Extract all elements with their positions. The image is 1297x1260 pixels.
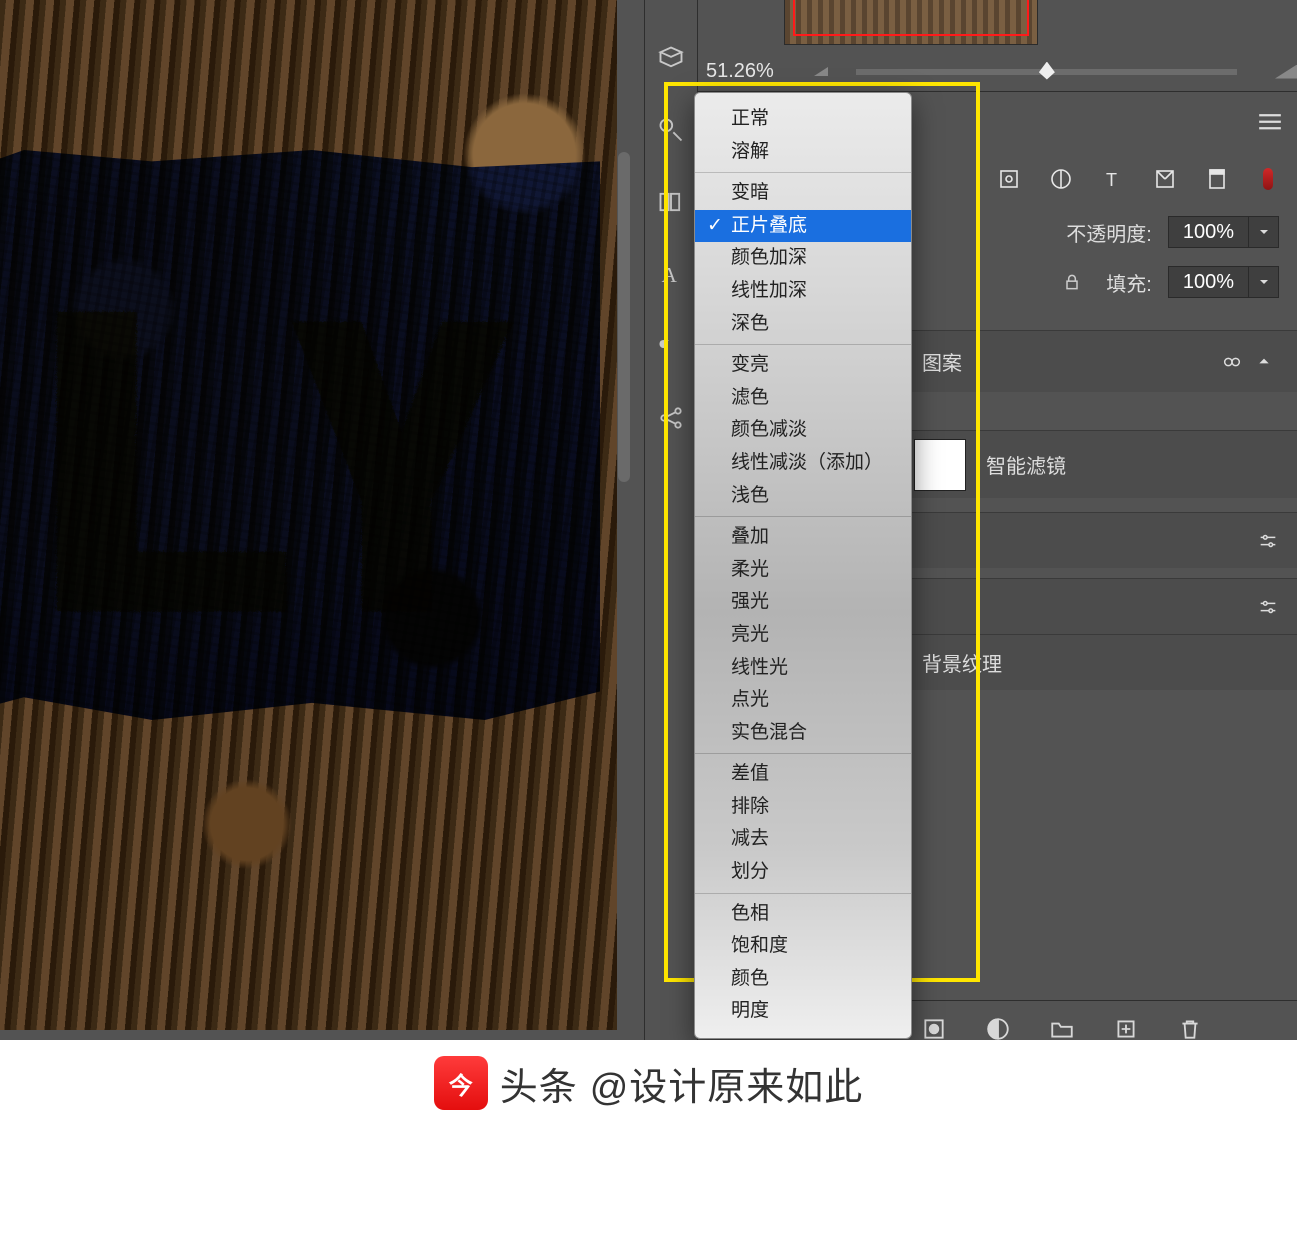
new-layer-icon[interactable]: [1113, 1016, 1139, 1042]
chevron-up-icon[interactable]: [1257, 351, 1279, 373]
brush-history-icon[interactable]: [657, 116, 685, 144]
blend-mode-item[interactable]: 正片叠底: [695, 210, 911, 243]
type-filter-icon[interactable]: T: [1101, 167, 1125, 191]
blend-mode-item[interactable]: 正常: [695, 103, 911, 136]
blend-mode-item[interactable]: 柔光: [695, 554, 911, 587]
zoom-percent-field[interactable]: 51.26%: [706, 60, 796, 83]
canvas-area: [0, 0, 630, 1035]
blend-mode-item[interactable]: 变暗: [695, 177, 911, 210]
panel-tool-strip: A ¶: [644, 0, 698, 1080]
blend-mode-item[interactable]: 线性加深: [695, 275, 911, 308]
vertical-scrollbar[interactable]: [618, 152, 630, 482]
watermark-handle: @设计原来如此: [590, 1056, 864, 1111]
fill-field[interactable]: 100%: [1168, 266, 1279, 298]
blend-mode-item[interactable]: 减去: [695, 823, 911, 856]
adjustment-filter-icon[interactable]: [1049, 167, 1073, 191]
filter-mask-thumb[interactable]: [914, 439, 966, 491]
fill-value[interactable]: 100%: [1169, 271, 1248, 294]
document-canvas[interactable]: [0, 0, 617, 1030]
group-icon[interactable]: [1049, 1016, 1075, 1042]
zoom-slider[interactable]: [856, 69, 1237, 75]
blend-mode-item[interactable]: 实色混合: [695, 717, 911, 750]
smart-filter-icon[interactable]: [1205, 167, 1229, 191]
text-layer: [0, 180, 600, 680]
opacity-label: 不透明度:: [1066, 218, 1152, 247]
blend-mode-item[interactable]: 颜色减淡: [695, 414, 911, 447]
blend-mode-item[interactable]: 颜色加深: [695, 242, 911, 275]
svg-text:T: T: [1106, 170, 1117, 190]
blend-mode-item[interactable]: 颜色: [695, 963, 911, 996]
layer-name: 图案: [922, 347, 962, 376]
lock-icon[interactable]: [1062, 272, 1082, 292]
blend-mode-dropdown[interactable]: 正常溶解变暗正片叠底颜色加深线性加深深色变亮滤色颜色减淡线性减淡（添加）浅色叠加…: [694, 92, 912, 1039]
pixel-filter-icon[interactable]: [997, 167, 1021, 191]
filter-toggle-icon[interactable]: [1263, 168, 1273, 190]
link-icon[interactable]: [1221, 351, 1243, 373]
navigator-thumbnail[interactable]: [784, 0, 1038, 45]
svg-text:¶: ¶: [659, 335, 669, 359]
panel-menu-icon[interactable]: [1257, 112, 1283, 130]
zoom-in-icon[interactable]: [1275, 65, 1297, 79]
blend-mode-item[interactable]: 明度: [695, 995, 911, 1028]
opacity-value[interactable]: 100%: [1169, 221, 1248, 244]
library-3d-icon[interactable]: [657, 44, 685, 72]
layer-name: 智能滤镜: [986, 450, 1066, 479]
shape-filter-icon[interactable]: [1153, 167, 1177, 191]
blend-mode-item[interactable]: 线性光: [695, 652, 911, 685]
blend-mode-item[interactable]: 深色: [695, 308, 911, 341]
paragraph-icon[interactable]: ¶: [657, 332, 685, 360]
layer-name: 背景纹理: [922, 648, 1002, 677]
blend-mode-item[interactable]: 溶解: [695, 136, 911, 169]
character-icon[interactable]: A: [657, 260, 685, 288]
svg-text:A: A: [662, 263, 678, 287]
blend-mode-item[interactable]: 变亮: [695, 349, 911, 382]
blend-mode-item[interactable]: 差值: [695, 758, 911, 791]
adjustment-icon[interactable]: [985, 1016, 1011, 1042]
chevron-down-icon[interactable]: [1248, 216, 1278, 248]
fill-label: 填充:: [1106, 268, 1152, 297]
watermark-brand: 头条: [500, 1056, 578, 1111]
chevron-down-icon[interactable]: [1248, 266, 1278, 298]
blend-mode-item[interactable]: 浅色: [695, 480, 911, 513]
delete-icon[interactable]: [1177, 1016, 1203, 1042]
navigator-zoom-row: 51.26%: [698, 52, 1297, 92]
toutiao-logo-icon: 今: [434, 1056, 488, 1110]
blend-mode-item[interactable]: 划分: [695, 856, 911, 889]
blend-mode-item[interactable]: 强光: [695, 586, 911, 619]
swatches-icon[interactable]: [657, 188, 685, 216]
blend-mode-item[interactable]: 亮光: [695, 619, 911, 652]
blend-mode-item[interactable]: 叠加: [695, 521, 911, 554]
mask-icon[interactable]: [921, 1016, 947, 1042]
navigator-viewport-box[interactable]: [793, 0, 1029, 36]
zoom-slider-knob[interactable]: [1039, 62, 1055, 80]
blend-mode-item[interactable]: 滤色: [695, 382, 911, 415]
blend-mode-item[interactable]: 点光: [695, 684, 911, 717]
zoom-out-icon[interactable]: [814, 67, 828, 76]
fx-settings-icon[interactable]: [1257, 530, 1279, 552]
fx-settings-icon[interactable]: [1257, 596, 1279, 618]
blend-mode-item[interactable]: 排除: [695, 791, 911, 824]
opacity-field[interactable]: 100%: [1168, 216, 1279, 248]
share-icon[interactable]: [657, 404, 685, 432]
blend-mode-item[interactable]: 线性减淡（添加）: [695, 447, 911, 480]
watermark-footer: 今 头条 @设计原来如此: [0, 1040, 1297, 1260]
blend-mode-item[interactable]: 色相: [695, 898, 911, 931]
blend-mode-item[interactable]: 饱和度: [695, 930, 911, 963]
